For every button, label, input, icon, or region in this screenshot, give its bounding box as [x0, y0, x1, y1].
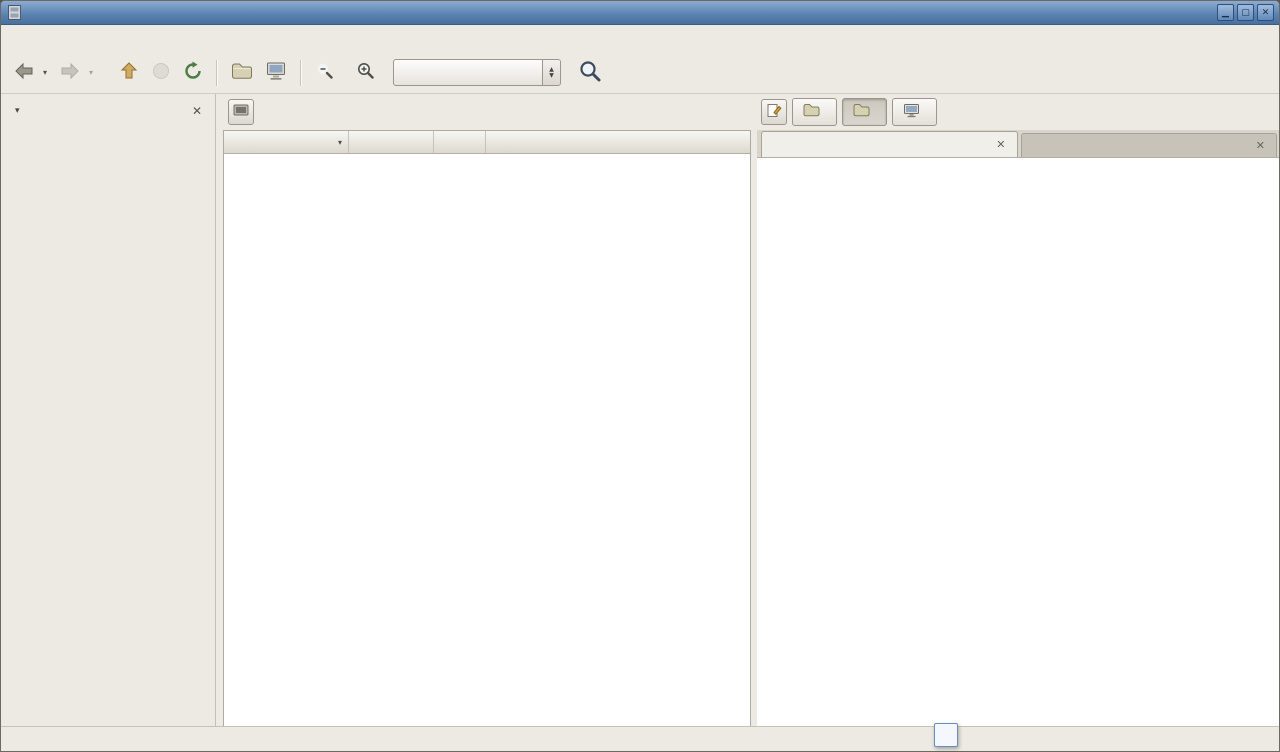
tab-desktop[interactable]: ✕: [1021, 133, 1278, 157]
tab-ash[interactable]: ✕: [761, 131, 1018, 157]
edit-location-icon: [766, 103, 782, 122]
back-icon: [13, 61, 35, 85]
desktop-icon: [903, 103, 920, 122]
back-button[interactable]: ▾: [7, 57, 53, 89]
list-pane: ▾: [223, 94, 751, 726]
zoom-in-icon: [356, 61, 375, 84]
column-header-modified[interactable]: [486, 131, 750, 153]
menubar: [1, 25, 1279, 52]
pane-location-button[interactable]: [228, 99, 254, 125]
sort-indicator-icon: ▾: [338, 138, 342, 147]
computer-button[interactable]: [259, 57, 293, 89]
back-dropdown-icon[interactable]: ▾: [43, 68, 47, 77]
reload-button[interactable]: [177, 57, 209, 89]
taskbar-tooltip: [934, 723, 958, 747]
column-header-size[interactable]: [349, 131, 434, 153]
sidebar-title-dropdown-icon[interactable]: ▾: [15, 106, 188, 116]
stop-button[interactable]: [145, 57, 177, 89]
sidebar-header: ▾ ✕: [1, 94, 215, 127]
close-button[interactable]: ✕: [1257, 4, 1274, 21]
tab-bar: ✕ ✕: [757, 130, 1279, 158]
breadcrumb-desktop[interactable]: [892, 98, 937, 126]
search-button[interactable]: [575, 56, 605, 90]
view-mode-select[interactable]: ▲▼: [393, 59, 561, 86]
forward-dropdown-icon: ▾: [89, 68, 93, 77]
column-header-name[interactable]: ▾: [224, 131, 349, 153]
tab-close-icon[interactable]: ✕: [994, 138, 1007, 151]
sidebar-splitter[interactable]: [216, 94, 223, 726]
icon-view[interactable]: [757, 158, 1279, 726]
file-list: ▾: [223, 130, 751, 726]
stop-icon: [151, 61, 171, 85]
main-area: ▾ ✕ ▾: [1, 94, 1279, 726]
zoom-out-button[interactable]: [309, 57, 340, 88]
list-body: [224, 154, 750, 726]
file-manager-window: ▁ ▢ ✕ ▾ ▾: [0, 0, 1280, 752]
list-pane-header: [223, 94, 751, 130]
titlebar[interactable]: ▁ ▢ ✕: [1, 1, 1279, 25]
view-mode-spinner-icon[interactable]: ▲▼: [542, 60, 560, 85]
sidebar-close-button[interactable]: ✕: [188, 102, 206, 120]
statusbar: [1, 726, 1279, 751]
folder-icon: [803, 103, 820, 121]
forward-icon: [59, 61, 81, 85]
breadcrumb-home[interactable]: [792, 98, 837, 126]
reload-icon: [183, 61, 203, 85]
home-button[interactable]: [225, 58, 259, 88]
icon-pane: ✕ ✕: [757, 94, 1279, 726]
toolbar-separator: [216, 60, 218, 86]
tab-close-icon[interactable]: ✕: [1254, 139, 1267, 152]
up-button[interactable]: [113, 57, 145, 89]
window-controls: ▁ ▢ ✕: [1217, 4, 1274, 21]
minimize-button[interactable]: ▁: [1217, 4, 1234, 21]
pane-icon: [233, 103, 249, 121]
zoom-out-icon: [315, 61, 334, 84]
toolbar: ▾ ▾ ▲▼: [1, 52, 1279, 94]
up-icon: [119, 61, 139, 85]
window-icon: [6, 4, 23, 21]
toolbar-separator: [300, 60, 302, 86]
maximize-button[interactable]: ▢: [1237, 4, 1254, 21]
folder-icon: [853, 103, 870, 121]
computer-icon: [265, 61, 287, 85]
list-column-headers: ▾: [224, 131, 750, 154]
search-icon: [578, 59, 602, 87]
breadcrumb-ash[interactable]: [842, 98, 887, 126]
places-sidebar: ▾ ✕: [1, 94, 216, 726]
column-header-kind[interactable]: [434, 131, 486, 153]
forward-button[interactable]: ▾: [53, 57, 99, 89]
location-toggle-button[interactable]: [761, 99, 787, 125]
home-folder-icon: [231, 62, 253, 84]
zoom-in-button[interactable]: [350, 57, 381, 88]
location-bar: [757, 94, 1279, 130]
